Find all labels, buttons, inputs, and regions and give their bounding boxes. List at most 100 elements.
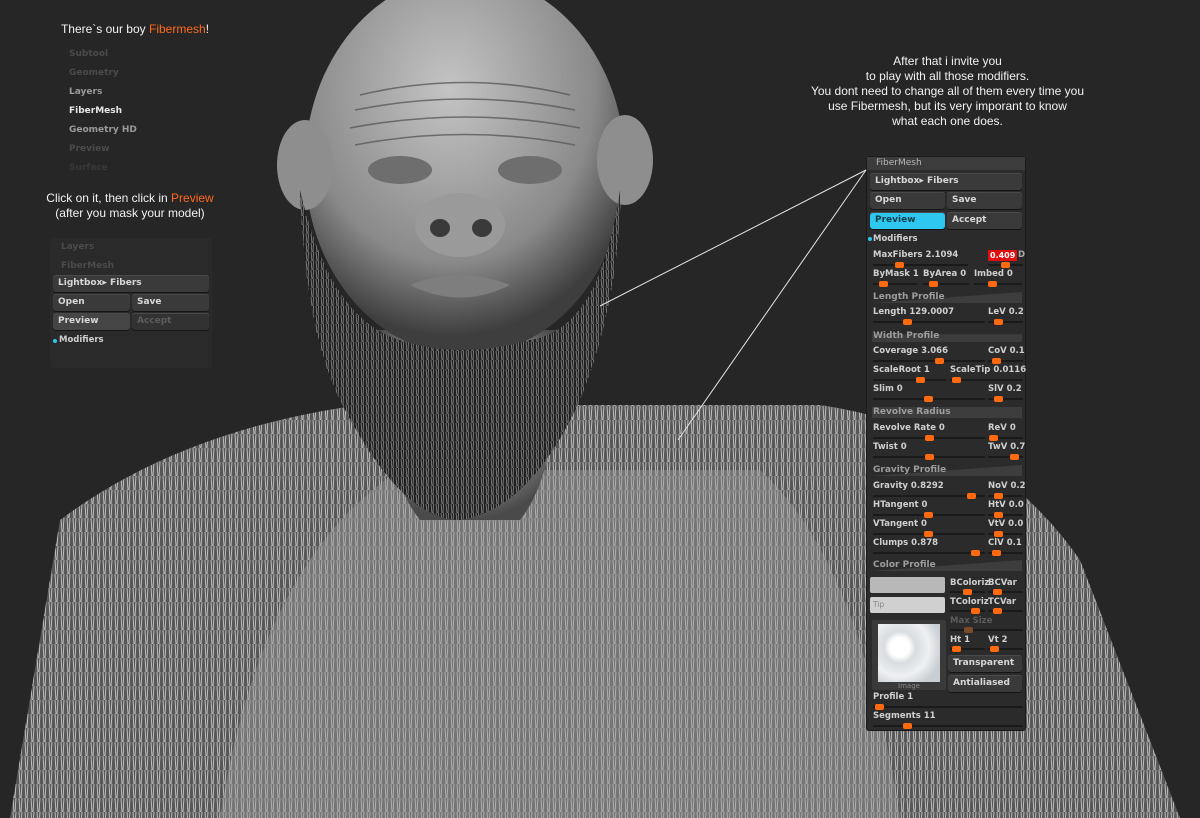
gravity-profile-header[interactable]: Gravity Profile [872,465,1022,476]
slider-knob[interactable] [989,435,998,441]
slider-knob[interactable] [903,319,912,325]
preview-button[interactable]: Preview [870,212,945,229]
slider-knob[interactable] [994,512,1003,518]
segments-label[interactable]: Segments 11 [873,711,936,722]
htv-slider[interactable] [988,512,1023,518]
maxfibers-label[interactable]: MaxFibers 2.1094 [873,250,958,261]
gravity-slider[interactable] [873,493,985,499]
bcoloriz-label[interactable]: BColoriz [950,578,989,589]
slider-knob[interactable] [971,550,980,556]
rev-slider[interactable] [988,435,1023,441]
revolve-rate-slider[interactable] [873,435,985,441]
tip-color-swatch[interactable]: Tip [870,597,945,613]
htv-label[interactable]: HtV 0.0 [988,500,1024,511]
slider-knob[interactable] [935,358,944,364]
maxfibers-variance-value[interactable]: 0.409 [988,250,1018,261]
slider-knob[interactable] [925,454,934,460]
scaletip-label[interactable]: ScaleTip 0.0116 [950,365,1026,376]
tcoloriz-label[interactable]: TColoriz [950,597,989,608]
clv-label[interactable]: ClV 0.1 [988,538,1022,549]
accept-button[interactable]: Accept [947,212,1022,229]
slider-knob[interactable] [971,608,980,614]
clumps-label[interactable]: Clumps 0.878 [873,538,938,549]
cov-slider[interactable] [988,358,1023,364]
twist-slider[interactable] [873,454,985,460]
vtv-slider[interactable] [988,531,1023,537]
lev-slider[interactable] [988,319,1023,325]
vtangent-label[interactable]: VTangent 0 [873,519,927,530]
scaletip-slider[interactable] [950,377,1023,383]
max-size-slider[interactable] [950,627,1023,633]
segments-slider[interactable] [873,723,1023,729]
save-button[interactable]: Save [947,192,1022,209]
max-size-label[interactable]: Max Size [950,616,992,627]
panel-item-fibermesh[interactable]: FiberMesh [50,257,212,276]
byarea-label[interactable]: ByArea 0 [923,269,966,280]
panel-title[interactable]: FiberMesh [867,157,1025,170]
slider-knob[interactable] [993,589,1002,595]
vt-label[interactable]: Vt 2 [988,635,1008,646]
profile-slider[interactable] [873,704,1023,710]
lightbox-fibers-button[interactable]: Lightbox▸ Fibers [53,275,209,292]
slider-knob[interactable] [992,550,1001,556]
slider-knob[interactable] [994,396,1003,402]
length-profile-header[interactable]: Length Profile [872,292,1022,303]
tcvar-label[interactable]: TCVar [988,597,1016,608]
antialiased-button[interactable]: Antialiased [948,675,1022,692]
cov-label[interactable]: CoV 0.1 [988,346,1025,357]
panel-item-layers[interactable]: Layers [50,238,212,257]
tcvar-slider[interactable] [988,608,1023,614]
slider-knob[interactable] [994,319,1003,325]
menu-item-surface[interactable]: Surface [58,159,218,178]
twist-label[interactable]: Twist 0 [873,442,907,453]
twv-label[interactable]: TwV 0.7 [988,442,1025,453]
htangent-label[interactable]: HTangent 0 [873,500,927,511]
menu-item-layers[interactable]: Layers [58,83,218,102]
slider-knob[interactable] [879,281,888,287]
bymask-slider[interactable] [873,281,917,287]
lightbox-fibers-button[interactable]: Lightbox▸ Fibers [870,173,1022,190]
menu-item-geometry-hd[interactable]: Geometry HD [58,121,218,140]
slider-knob[interactable] [994,531,1003,537]
nov-slider[interactable] [988,493,1023,499]
twv-slider[interactable] [988,454,1023,460]
slider-knob[interactable] [992,358,1001,364]
preview-button[interactable]: Preview [53,313,130,330]
htangent-slider[interactable] [873,512,985,518]
bcvar-label[interactable]: BCVar [988,578,1017,589]
slim-label[interactable]: Slim 0 [873,384,903,395]
revolve-radius-header[interactable]: Revolve Radius [872,407,1022,418]
slider-knob[interactable] [1001,262,1010,268]
slider-knob[interactable] [875,704,884,710]
slider-knob[interactable] [929,281,938,287]
revolve-rate-label[interactable]: Revolve Rate 0 [873,423,945,434]
slider-knob[interactable] [903,723,912,729]
width-profile-header[interactable]: Width Profile [872,331,1022,342]
bcoloriz-slider[interactable] [950,589,985,595]
slider-knob[interactable] [994,493,1003,499]
bcvar-slider[interactable] [988,589,1023,595]
slider-knob[interactable] [952,377,961,383]
open-button[interactable]: Open [870,192,945,209]
tcoloriz-slider[interactable] [950,608,985,614]
length-label[interactable]: Length 129.0007 [873,307,954,318]
modifiers-header[interactable]: Modifiers [59,335,104,346]
scaleroot-label[interactable]: ScaleRoot 1 [873,365,930,376]
gravity-label[interactable]: Gravity 0.8292 [873,481,944,492]
modifiers-header[interactable]: Modifiers [873,234,918,245]
menu-item-subtool[interactable]: Subtool [58,45,218,64]
byarea-slider[interactable] [923,281,969,287]
slider-knob[interactable] [952,646,961,652]
slider-knob[interactable] [916,377,925,383]
transparent-button[interactable]: Transparent [948,655,1022,672]
imbed-slider[interactable] [974,281,1022,287]
slv-label[interactable]: SlV 0.2 [988,384,1022,395]
imbed-label[interactable]: Imbed 0 [974,269,1013,280]
coverage-label[interactable]: Coverage 3.066 [873,346,948,357]
menu-item-geometry[interactable]: Geometry [58,64,218,83]
slv-slider[interactable] [988,396,1023,402]
slider-knob[interactable] [924,396,933,402]
save-button[interactable]: Save [132,294,209,311]
slider-knob[interactable] [924,531,933,537]
slider-knob[interactable] [925,435,934,441]
